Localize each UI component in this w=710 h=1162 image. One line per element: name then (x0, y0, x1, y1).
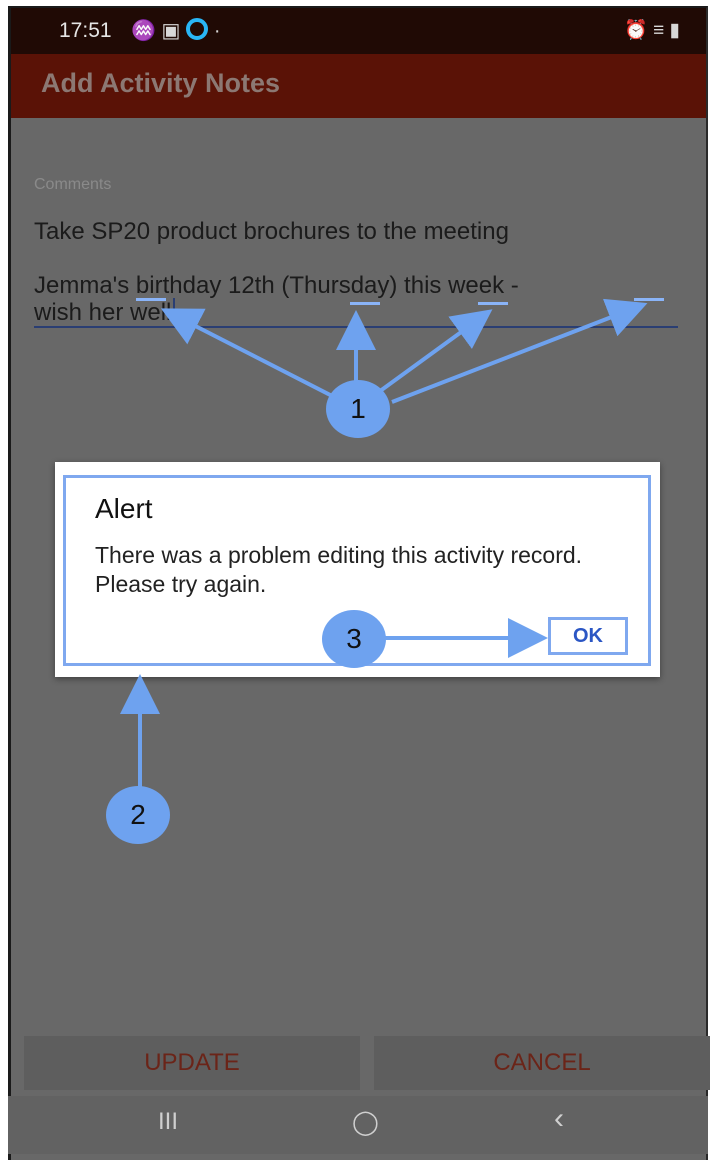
annotation-badge-3: 3 (322, 610, 386, 668)
annotation-arrows (120, 298, 648, 790)
cancel-button[interactable]: CANCEL (374, 1036, 710, 1090)
system-nav-bar: III ◯ ‹ (8, 1096, 708, 1154)
home-icon[interactable]: ◯ (352, 1108, 379, 1137)
arrow-1c (374, 309, 493, 396)
arrow-1a (160, 308, 341, 402)
annotation-badge-2: 2 (106, 786, 170, 844)
back-icon[interactable]: ‹ (554, 1102, 564, 1136)
update-button[interactable]: UPDATE (24, 1036, 360, 1090)
annotation-badge-1: 1 (326, 380, 390, 438)
action-button-bar: UPDATE CANCEL (12, 1036, 710, 1090)
recents-icon[interactable]: III (158, 1108, 178, 1136)
